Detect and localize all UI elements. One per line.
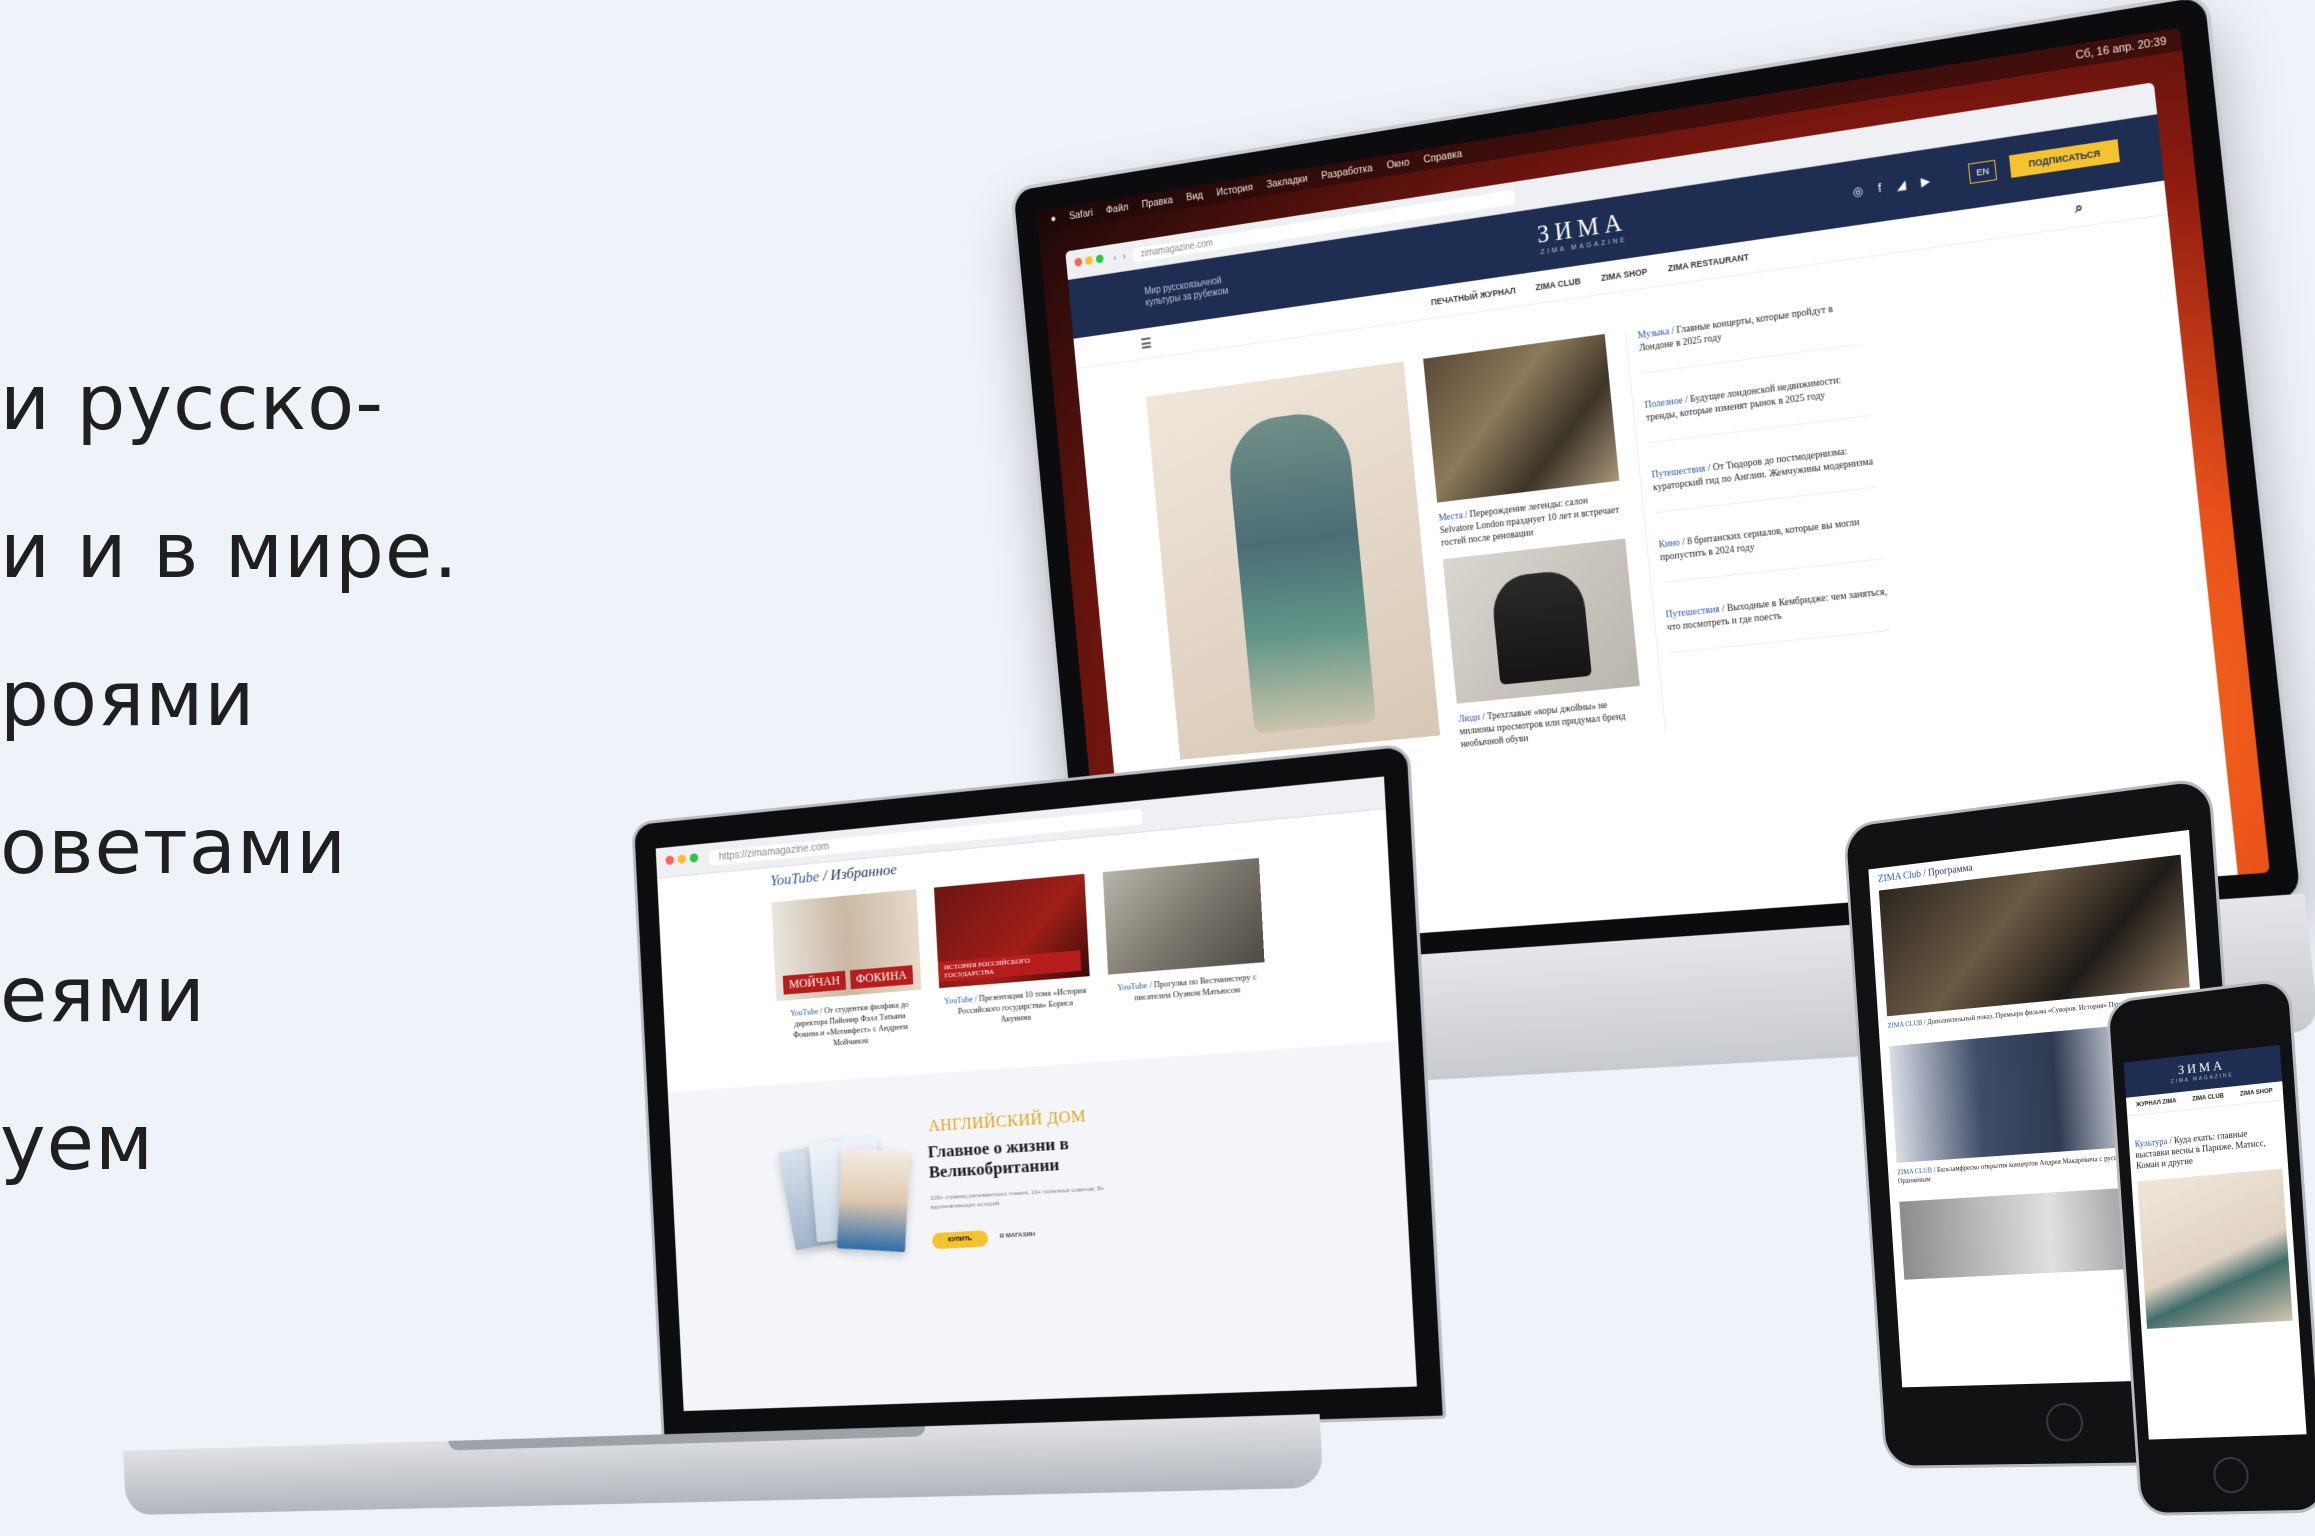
menubar-item[interactable]: Правка <box>1141 194 1173 210</box>
video-card[interactable]: YouTube / Прогулка по Вестминстеру с пис… <box>1103 858 1268 1036</box>
nav-item-club[interactable]: ZIMA CLUB <box>1535 276 1581 292</box>
article-title[interactable]: / Перерождение легенды: салон Selvatore … <box>1439 495 1619 548</box>
site-logo[interactable]: ЗИМА ZIMA MAGAZINE <box>1536 207 1630 256</box>
zoom-dot-icon[interactable] <box>690 853 699 863</box>
hero-image[interactable] <box>1146 362 1440 760</box>
promo-line-3: роями <box>0 626 560 774</box>
phone-article-title[interactable]: / Куда ехать: главные выставки весны в П… <box>2135 1128 2266 1170</box>
thumbnail-label: ИСТОРИЯ РОССИЙСКОГО ГОСУДАРСТВА <box>938 950 1081 982</box>
forward-icon[interactable]: › <box>1122 251 1126 262</box>
ipad-category[interactable]: ZIMA Club <box>1878 869 1921 885</box>
menubar-item[interactable]: Разработка <box>1321 162 1373 182</box>
menubar-item[interactable]: Вид <box>1186 190 1204 204</box>
magazine-stack-image[interactable] <box>783 1126 907 1282</box>
phone-nav-item[interactable]: ZIMA CLUB <box>2192 1093 2224 1102</box>
menubar-item[interactable]: Safari <box>1069 207 1094 222</box>
promo-kicker: АНГЛИЙСКИЙ ДОМ <box>928 1108 1087 1136</box>
minimize-dot-icon[interactable] <box>677 854 686 864</box>
article-column-right: Музыка / Главные концерты, которые пройд… <box>1625 299 1899 732</box>
video-thumbnail[interactable] <box>1103 858 1265 975</box>
hero-figure <box>1225 408 1376 734</box>
subscribe-button[interactable]: ПОДПИСАТЬСЯ <box>2009 139 2120 178</box>
promo-line-2: и и в мире. <box>0 478 560 626</box>
promo-line-1: и русско- <box>0 330 560 478</box>
video-title[interactable]: / Презентация 10 тома «История Российско… <box>958 986 1087 1024</box>
article-caption[interactable]: Путешествия / Выходные в Кембридже: чем … <box>1665 585 1891 653</box>
article-caption[interactable]: Кино / 8 британских сериалов, которые вы… <box>1658 514 1884 583</box>
menubar-item[interactable]: Окно <box>1386 157 1410 172</box>
close-dot-icon[interactable] <box>1074 257 1082 266</box>
thumbnail-label: ФОКИНА <box>850 965 914 989</box>
social-icons[interactable]: ◎ f ◢ ▶ <box>1852 173 1937 199</box>
phone-nav-item[interactable]: ZIMA SHOP <box>2240 1088 2273 1097</box>
home-button-icon[interactable] <box>2045 1403 2084 1442</box>
back-icon[interactable]: ‹ <box>1113 253 1117 264</box>
article-caption[interactable]: Музыка / Главные концерты, которые пройд… <box>1637 299 1862 373</box>
hamburger-menu-icon[interactable]: ☰ <box>1140 335 1152 352</box>
nav-item-restaurant[interactable]: ZIMA RESTAURANT <box>1667 252 1749 273</box>
nav-item-print[interactable]: ПЕЧАТНЫЙ ЖУРНАЛ <box>1431 285 1516 307</box>
video-card[interactable]: МОЙЧАН ФОКИНА YouTube / От студентки фил… <box>771 889 924 1060</box>
promo-title: Главное о жизни в Великобритании <box>927 1129 1151 1183</box>
video-caption[interactable]: YouTube / От студентки филфака до директ… <box>776 990 924 1061</box>
video-thumbnail[interactable]: ИСТОРИЯ РОССИЙСКОГО ГОСУДАРСТВА <box>934 874 1090 988</box>
close-dot-icon[interactable] <box>665 855 674 865</box>
article-category[interactable]: Кино <box>1658 537 1680 550</box>
menubar-item[interactable]: Справка <box>1423 148 1463 166</box>
article-category[interactable]: Люди <box>1458 712 1481 725</box>
ipad-caption-category[interactable]: ZIMA CLUB <box>1887 1019 1922 1030</box>
thumbnail-label: МОЙЧАН <box>783 971 846 995</box>
magazine-promo: АНГЛИЙСКИЙ ДОМ Главное о жизни в Великоб… <box>668 1041 1417 1411</box>
window-controls[interactable] <box>665 853 702 868</box>
video-category[interactable]: YouTube <box>944 995 973 1006</box>
video-category[interactable]: YouTube <box>790 1007 818 1018</box>
iphone-device: ЗИМА ZIMA MAGAZINE ЖУРНАЛ ZIMA ZIMA CLUB… <box>2110 980 2315 1527</box>
search-icon[interactable]: ⌕ <box>2074 199 2084 218</box>
nav-item-shop[interactable]: ZIMA SHOP <box>1600 267 1647 283</box>
zoom-dot-icon[interactable] <box>1096 254 1104 263</box>
section-category[interactable]: YouTube <box>770 869 820 889</box>
iphone-frame: ЗИМА ZIMA MAGAZINE ЖУРНАЛ ZIMA ZIMA CLUB… <box>2105 977 2315 1515</box>
site-tagline: Мир русскоязычной культуры за рубежом <box>1144 272 1247 309</box>
article-caption[interactable]: Путешествия / От Тюдоров до постмодерниз… <box>1651 442 1876 513</box>
article-title[interactable]: / Главные концерты, которые пройдут в Ло… <box>1639 304 1834 354</box>
language-button[interactable]: EN <box>1968 160 1997 184</box>
menubar-item[interactable]: История <box>1216 182 1253 199</box>
buy-button[interactable]: КУПИТЬ <box>932 1230 989 1249</box>
article-title[interactable]: / 8 британских сериалов, которые вы могл… <box>1660 517 1861 563</box>
promo-description: 100+ страниц релевантного чтения, 10+ по… <box>930 1185 1112 1213</box>
video-title[interactable]: / Прогулка по Вестминстеру с писателем О… <box>1134 972 1257 1002</box>
article-image-people[interactable] <box>1443 539 1640 704</box>
phone-nav-item[interactable]: ЖУРНАЛ ZIMA <box>2136 1098 2177 1108</box>
iphone-screen: ЗИМА ZIMA MAGAZINE ЖУРНАЛ ZIMA ZIMA CLUB… <box>2124 1045 2307 1440</box>
apple-icon[interactable]: ● <box>1050 213 1056 225</box>
article-category[interactable]: Места <box>1438 510 1463 523</box>
article-title[interactable]: / Трехглавые «коры джойны» не милионы пр… <box>1459 700 1626 750</box>
video-thumbnail[interactable]: МОЙЧАН ФОКИНА <box>771 889 921 1001</box>
video-category[interactable]: YouTube <box>1117 981 1148 993</box>
laptop-lid: https://zimamagazine.com YouTube / Избра… <box>631 743 1446 1442</box>
ipad-heading: / Программа <box>1921 863 1973 880</box>
menubar-item[interactable]: Файл <box>1105 202 1128 217</box>
home-button-icon[interactable] <box>2212 1456 2250 1493</box>
video-card[interactable]: ИСТОРИЯ РОССИЙСКОГО ГОСУДАРСТВА YouTube … <box>934 874 1093 1049</box>
window-controls[interactable] <box>1074 254 1107 270</box>
article-caption[interactable]: Полезное / Будущее лондонской недвижимос… <box>1644 371 1869 444</box>
magazine-cover <box>837 1149 910 1253</box>
minimize-dot-icon[interactable] <box>1085 256 1093 265</box>
article-column-middle: Места / Перерождение легенды: салон Selv… <box>1423 334 1644 751</box>
laptop-device: https://zimamagazine.com YouTube / Избра… <box>0 780 1430 1520</box>
article-caption[interactable]: Люди / Трехглавые «коры джойны» не милио… <box>1458 696 1645 751</box>
laptop-screen: https://zimamagazine.com YouTube / Избра… <box>656 776 1417 1411</box>
menubar-item[interactable]: Закладки <box>1266 173 1308 191</box>
article-image-cafe[interactable] <box>1423 334 1619 503</box>
menubar-clock[interactable]: Сб, 16 апр. 20:39 <box>2075 35 2167 62</box>
shop-link[interactable]: В МАГАЗИН <box>1000 1232 1036 1240</box>
phone-article-image[interactable] <box>2137 1169 2292 1329</box>
